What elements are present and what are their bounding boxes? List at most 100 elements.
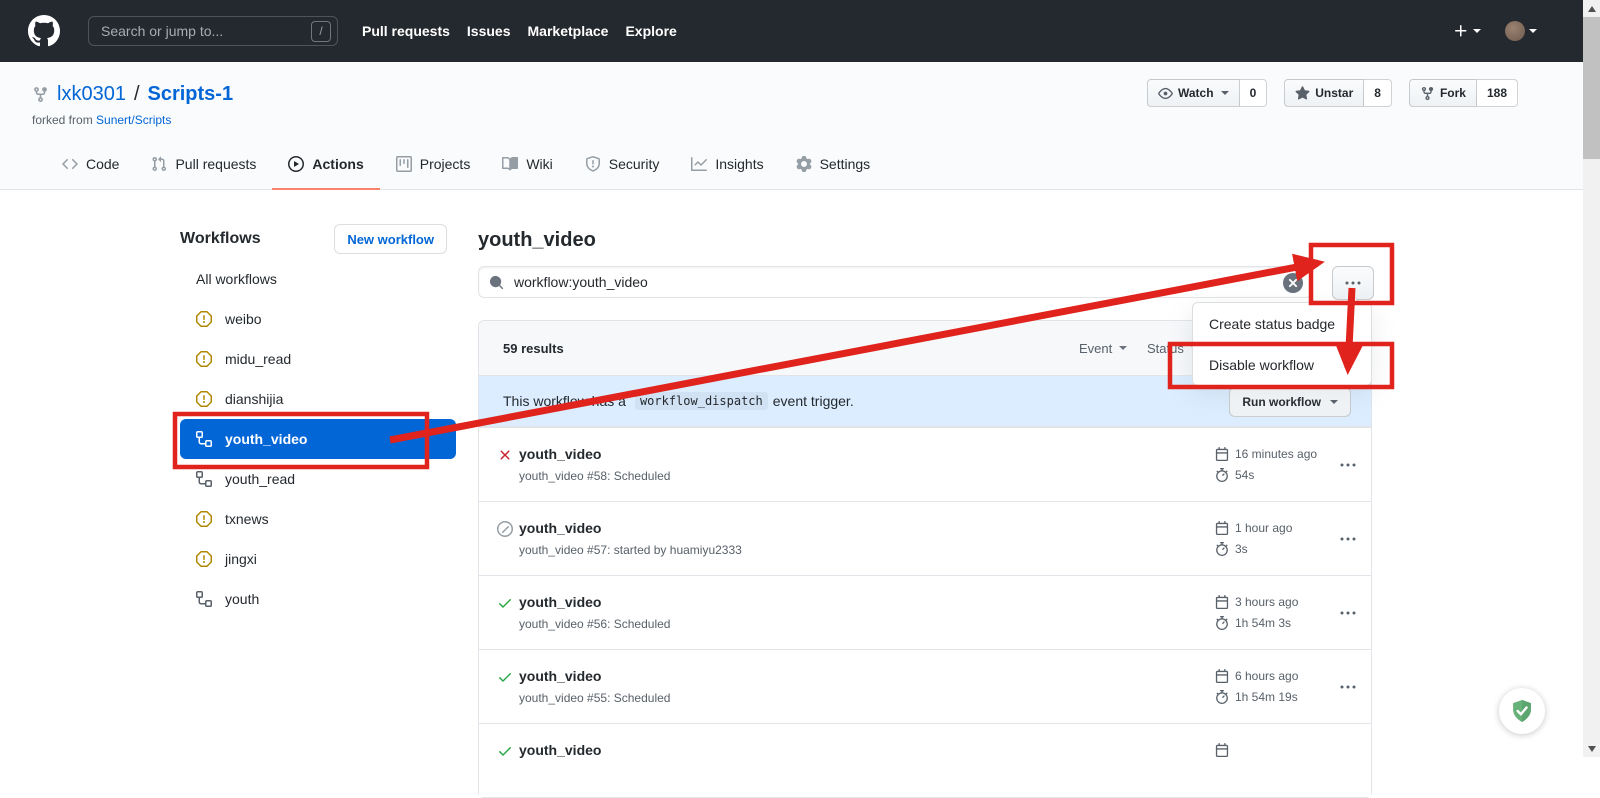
repo-title: lxk0301 / Scripts-1 [32,83,233,106]
kebab-icon [1347,612,1350,615]
star-icon [1295,86,1310,101]
tab-insights[interactable]: Insights [675,140,779,190]
run-time: 16 minutes ago [1235,447,1317,461]
run-row[interactable]: youth_video youth_video #56: Scheduled 3… [479,575,1371,649]
repo-tabs: Code Pull requests Actions Projects Wiki… [46,140,886,190]
sidebar-item-youth-read[interactable]: youth_read [180,459,456,499]
runs-filter-search[interactable] [478,266,1312,298]
run-duration: 1h 54m 3s [1235,616,1291,630]
forked-from-link[interactable]: Sunert/Scripts [96,113,171,127]
search-icon [489,275,504,290]
sidebar-item-weibo[interactable]: weibo [180,299,456,339]
run-options-button[interactable] [1331,678,1365,696]
stopwatch-icon [1215,690,1229,704]
fork-button[interactable]: Fork [1409,79,1477,107]
tab-actions[interactable]: Actions [272,140,379,190]
event-filter[interactable]: Event [1079,341,1127,356]
workflow-icon [196,471,212,487]
run-time: 1 hour ago [1235,521,1292,535]
create-new-menu[interactable] [1453,23,1481,39]
run-row[interactable]: youth_video youth_video #55: Scheduled 6… [479,649,1371,723]
sidebar-item-youth[interactable]: youth [180,579,456,619]
tab-label: Wiki [526,156,552,172]
nav-link-marketplace[interactable]: Marketplace [528,23,609,39]
run-options-button[interactable] [1331,456,1365,474]
run-row[interactable]: youth_video youth_video #57: started by … [479,501,1371,575]
workflow-runs-box: 59 results Event Status This workflow ha… [478,320,1372,798]
fork-count[interactable]: 188 [1477,79,1518,107]
run-meta: 16 minutes ago 54s [1215,443,1317,485]
run-title[interactable]: youth_video [519,594,601,610]
run-title[interactable]: youth_video [519,742,601,758]
run-title[interactable]: youth_video [519,668,601,684]
run-subtitle: youth_video #57: started by huamiyu2333 [519,543,742,557]
runs-filter-input[interactable] [512,273,1301,291]
run-row-partial[interactable]: youth_video [479,723,1371,797]
sidebar-item-txnews[interactable]: txnews [180,499,456,539]
watch-count[interactable]: 0 [1240,79,1268,107]
run-status-success-icon [497,595,513,611]
run-time: 6 hours ago [1235,669,1298,683]
tab-security[interactable]: Security [569,140,676,190]
page-scrollbar[interactable] [1583,0,1600,757]
star-count[interactable]: 8 [1364,79,1392,107]
workflow-label: weibo [225,311,262,327]
sidebar-item-youth-video[interactable]: youth_video [180,419,456,459]
sidebar-item-all-workflows[interactable]: All workflows [180,259,456,299]
menu-item-create-status-badge[interactable]: Create status badge [1193,303,1371,344]
user-menu[interactable] [1505,21,1537,41]
run-options-button[interactable] [1331,604,1365,622]
scroll-up-arrow[interactable] [1583,0,1600,17]
tab-label: Settings [820,156,871,172]
chevron-down-icon [1473,29,1481,33]
banner-text-before: This workflow has a [503,393,626,409]
github-mark-icon[interactable] [28,15,60,47]
tab-code[interactable]: Code [46,140,135,190]
avatar [1505,21,1525,41]
clear-filter-button[interactable] [1283,273,1303,293]
eye-icon [1158,86,1173,101]
run-title[interactable]: youth_video [519,446,601,462]
global-search-input[interactable] [99,22,311,40]
sidebar-header: Workflows New workflow [180,224,456,254]
nav-link-issues[interactable]: Issues [467,23,511,39]
run-workflow-button[interactable]: Run workflow [1229,387,1351,417]
global-search[interactable]: / [88,16,338,46]
calendar-icon [1215,521,1229,535]
unstar-button[interactable]: Unstar [1284,79,1364,107]
menu-item-disable-workflow[interactable]: Disable workflow [1193,344,1371,385]
sidebar-item-midu-read[interactable]: midu_read [180,339,456,379]
run-subtitle: youth_video #56: Scheduled [519,617,670,631]
tab-pull-requests[interactable]: Pull requests [135,140,272,190]
run-options-button[interactable] [1331,530,1365,548]
kebab-icon [1347,686,1350,689]
repo-owner-link[interactable]: lxk0301 [57,83,126,106]
navbar-right [1453,21,1537,41]
watch-group: Watch 0 [1147,79,1267,107]
adblock-extension-fab[interactable] [1499,688,1545,734]
nav-link-explore[interactable]: Explore [625,23,676,39]
sidebar-item-dianshijia[interactable]: dianshijia [180,379,456,419]
run-row[interactable]: youth_video youth_video #58: Scheduled 1… [479,427,1371,501]
watch-button[interactable]: Watch [1147,79,1240,107]
tab-settings[interactable]: Settings [780,140,887,190]
tab-wiki[interactable]: Wiki [486,140,568,190]
repo-action-buttons: Watch 0 Unstar 8 Fork 188 [1147,79,1518,107]
book-icon [502,156,518,172]
workflow-label: youth_read [225,471,295,487]
sidebar-item-jingxi[interactable]: jingxi [180,539,456,579]
runs-search-row [478,266,1372,300]
scrollbar-thumb[interactable] [1583,17,1600,159]
repo-name-link[interactable]: Scripts-1 [148,83,234,106]
workflow-list: All workflows weibo midu_read dianshijia… [180,259,456,619]
star-group: Unstar 8 [1284,79,1392,107]
nav-link-pull-requests[interactable]: Pull requests [362,23,450,39]
tab-projects[interactable]: Projects [380,140,487,190]
navbar-links: Pull requests Issues Marketplace Explore [362,23,677,39]
forked-from-label: forked from [32,113,93,127]
calendar-icon [1215,447,1229,461]
scroll-down-arrow[interactable] [1583,740,1600,757]
run-title[interactable]: youth_video [519,520,601,536]
new-workflow-button[interactable]: New workflow [334,224,447,254]
event-filter-label: Event [1079,341,1112,356]
